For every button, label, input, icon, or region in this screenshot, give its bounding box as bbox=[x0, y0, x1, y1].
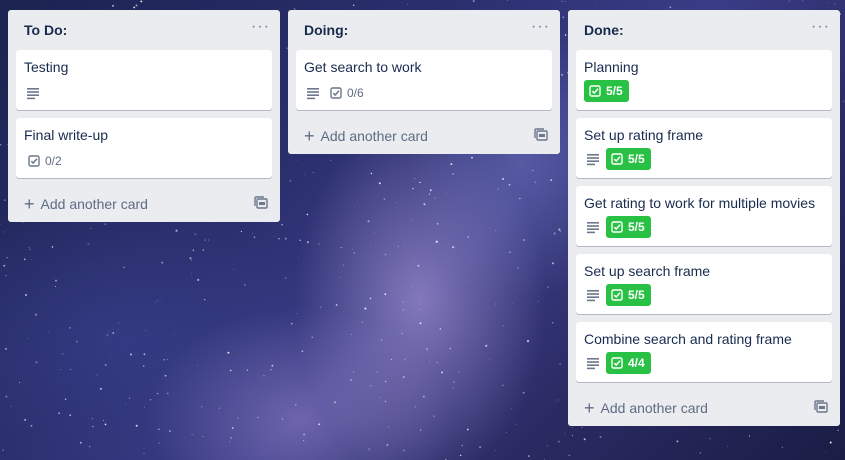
checklist-badge-complete: 5/5 bbox=[584, 80, 629, 102]
card[interactable]: Testing bbox=[16, 50, 272, 110]
checklist-icon bbox=[611, 289, 623, 301]
list-doing: Doing: ··· Get search to work 0/6 + Add … bbox=[288, 10, 560, 154]
card[interactable]: Set up search frame 5/5 bbox=[576, 254, 832, 314]
description-icon bbox=[586, 220, 600, 234]
checklist-count: 5/5 bbox=[628, 152, 645, 166]
checklist-count: 5/5 bbox=[606, 84, 623, 98]
list-header: Doing: ··· bbox=[296, 10, 552, 50]
card-template-icon[interactable] bbox=[814, 399, 828, 417]
checklist-icon bbox=[611, 153, 623, 165]
description-icon bbox=[586, 356, 600, 370]
card[interactable]: Get search to work 0/6 bbox=[296, 50, 552, 110]
description-icon bbox=[306, 86, 320, 100]
ellipsis-icon[interactable]: ··· bbox=[251, 19, 270, 38]
card-badges: 0/2 bbox=[24, 149, 264, 173]
checklist-count: 5/5 bbox=[628, 288, 645, 302]
plus-icon: + bbox=[304, 126, 315, 146]
card[interactable]: Set up rating frame 5/5 bbox=[576, 118, 832, 178]
checklist-count: 5/5 bbox=[628, 220, 645, 234]
card-badges: 5/5 bbox=[584, 215, 824, 239]
card-badges: 0/6 bbox=[304, 81, 544, 105]
add-card-label: Add another card bbox=[40, 196, 148, 212]
checklist-badge-complete: 4/4 bbox=[606, 352, 651, 374]
checklist-badge: 0/6 bbox=[326, 82, 368, 104]
plus-icon: + bbox=[24, 194, 35, 214]
add-card-button[interactable]: + Add another card bbox=[576, 390, 832, 426]
add-card-label: Add another card bbox=[320, 128, 428, 144]
add-card-label: Add another card bbox=[600, 400, 708, 416]
card-badges bbox=[24, 81, 264, 105]
card[interactable]: Combine search and rating frame 4/4 bbox=[576, 322, 832, 382]
card-title: Planning bbox=[584, 59, 639, 75]
checklist-icon bbox=[611, 357, 623, 369]
card-badges: 4/4 bbox=[584, 351, 824, 375]
add-card-button[interactable]: + Add another card bbox=[16, 186, 272, 222]
list-header: Done: ··· bbox=[576, 10, 832, 50]
card-title: Set up search frame bbox=[584, 263, 711, 279]
card-title: Set up rating frame bbox=[584, 127, 704, 143]
card-badges: 5/5 bbox=[584, 147, 824, 171]
checklist-icon bbox=[330, 87, 342, 99]
card-badges: 5/5 bbox=[584, 79, 824, 103]
list-title[interactable]: To Do: bbox=[24, 22, 67, 38]
card-title: Testing bbox=[24, 59, 69, 75]
card[interactable]: Planning 5/5 bbox=[576, 50, 832, 110]
ellipsis-icon[interactable]: ··· bbox=[811, 19, 830, 38]
card[interactable]: Final write-up 0/2 bbox=[16, 118, 272, 178]
card-title: Get rating to work for multiple movies bbox=[584, 195, 816, 211]
checklist-count: 0/6 bbox=[347, 86, 364, 100]
card-title: Final write-up bbox=[24, 127, 109, 143]
list-title[interactable]: Doing: bbox=[304, 22, 348, 38]
card-title: Combine search and rating frame bbox=[584, 331, 792, 347]
card-template-icon[interactable] bbox=[254, 195, 268, 213]
card-template-icon[interactable] bbox=[534, 127, 548, 145]
description-icon bbox=[586, 288, 600, 302]
checklist-badge-complete: 5/5 bbox=[606, 284, 651, 306]
list-title[interactable]: Done: bbox=[584, 22, 624, 38]
checklist-badge-complete: 5/5 bbox=[606, 148, 651, 170]
checklist-icon bbox=[28, 155, 40, 167]
list-to-do: To Do: ··· Testing Final write-up 0/2 + … bbox=[8, 10, 280, 222]
card[interactable]: Get rating to work for multiple movies 5… bbox=[576, 186, 832, 246]
checklist-badge-complete: 5/5 bbox=[606, 216, 651, 238]
checklist-badge: 0/2 bbox=[24, 150, 66, 172]
checklist-count: 4/4 bbox=[628, 356, 645, 370]
checklist-icon bbox=[611, 221, 623, 233]
ellipsis-icon[interactable]: ··· bbox=[531, 19, 550, 38]
card-title: Get search to work bbox=[304, 59, 422, 75]
list-header: To Do: ··· bbox=[16, 10, 272, 50]
checklist-icon bbox=[589, 85, 601, 97]
card-badges: 5/5 bbox=[584, 283, 824, 307]
description-icon bbox=[586, 152, 600, 166]
add-card-button[interactable]: + Add another card bbox=[296, 118, 552, 154]
list-done: Done: ··· Planning 5/5 Set up rating fra… bbox=[568, 10, 840, 426]
description-icon bbox=[26, 86, 40, 100]
checklist-count: 0/2 bbox=[45, 154, 62, 168]
plus-icon: + bbox=[584, 398, 595, 418]
